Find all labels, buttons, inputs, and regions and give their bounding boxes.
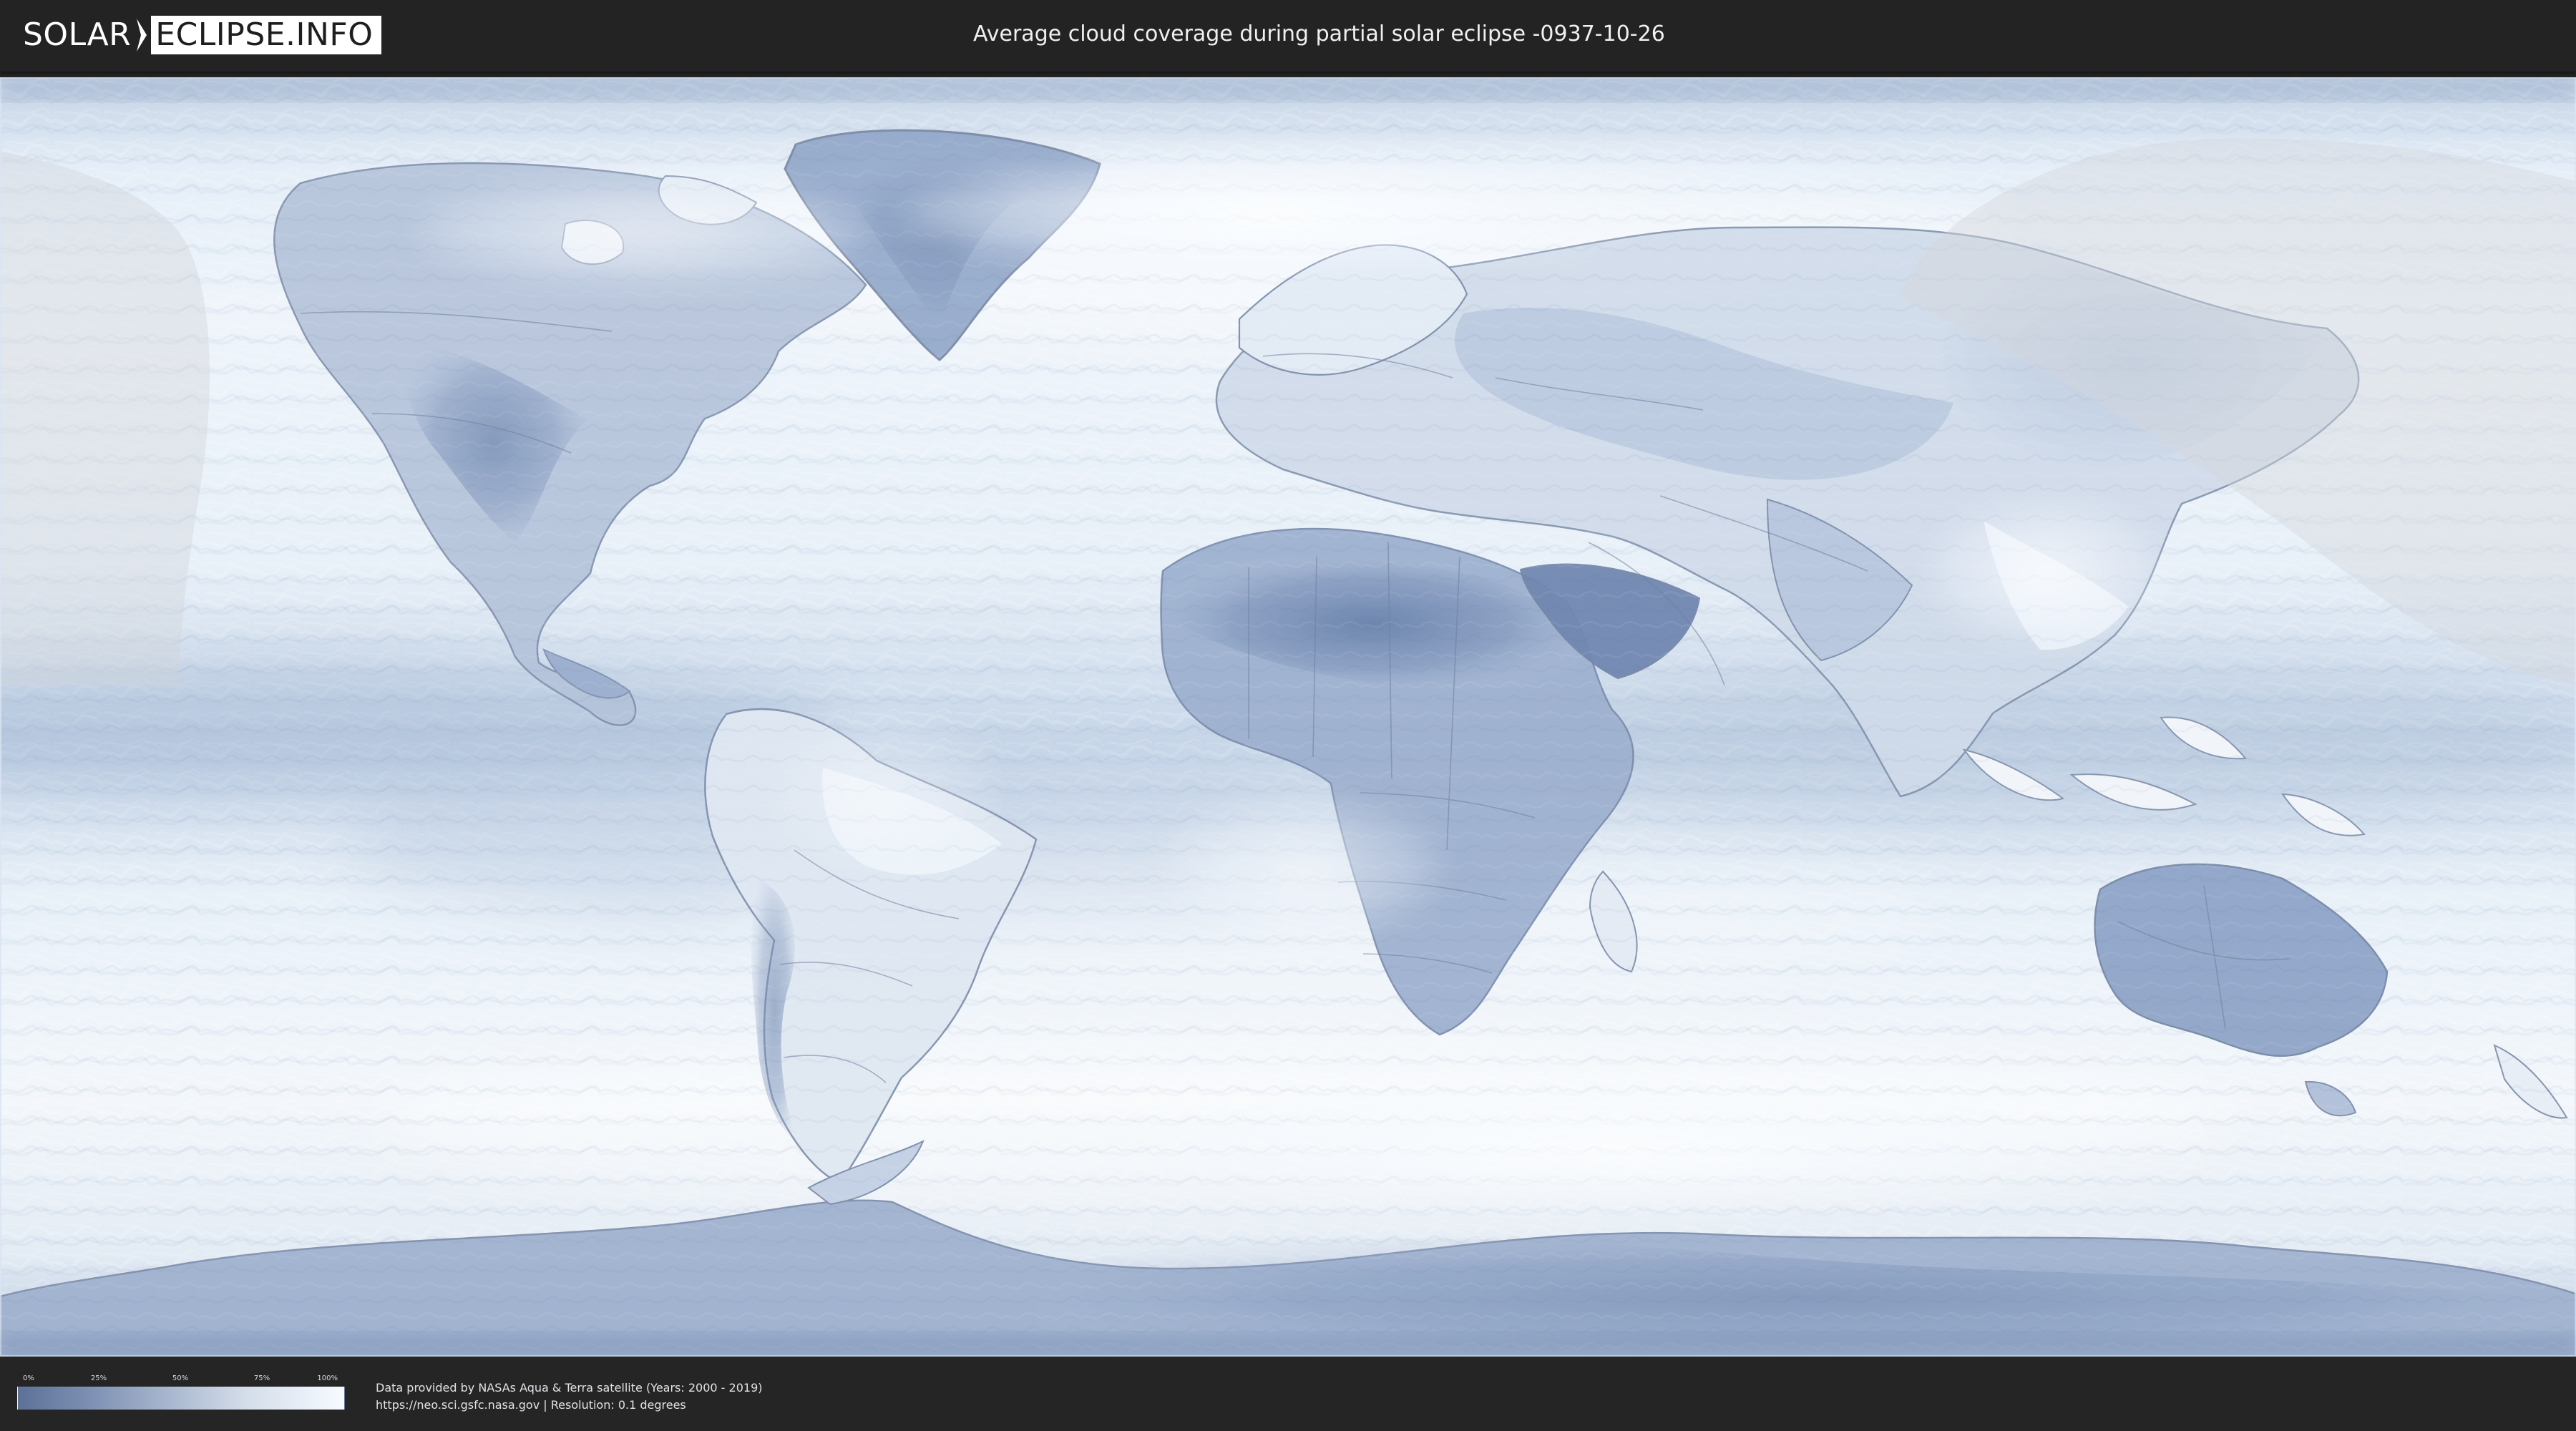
legend-tick-75: 75% <box>253 1374 270 1382</box>
footer-bar: 0% 25% 50% 75% 100% Data provided by NAS… <box>0 1357 2576 1431</box>
logo-eclipse-info-text: ECLIPSE.INFO <box>151 16 382 54</box>
nasa-neo-link[interactable]: https://neo.sci.gsfc.nasa.gov <box>376 1398 540 1412</box>
cloud-coverage-map[interactable] <box>0 77 2576 1357</box>
left-eclipse-visibility-zone <box>0 151 210 685</box>
legend-ticks: 0% 25% 50% 75% 100% <box>17 1374 343 1384</box>
site-logo-link[interactable]: SOLAR ECLIPSE.INFO <box>23 16 382 54</box>
cloud-coverage-legend: 0% 25% 50% 75% 100% <box>17 1374 345 1414</box>
legend-tick-0: 0% <box>23 1374 34 1382</box>
page-title: Average cloud coverage during partial so… <box>973 21 1665 47</box>
data-source-text: Data provided by NASAs Aqua & Terra sate… <box>376 1381 763 1395</box>
world-map-svg <box>0 77 2576 1357</box>
page: SOLAR ECLIPSE.INFO Average cloud coverag… <box>0 0 2576 1431</box>
header-bar: SOLAR ECLIPSE.INFO Average cloud coverag… <box>0 0 2576 72</box>
data-credits: Data provided by NASAs Aqua & Terra sate… <box>376 1379 763 1414</box>
resolution-text: | Resolution: 0.1 degrees <box>540 1398 686 1412</box>
legend-tick-100: 100% <box>317 1374 338 1382</box>
source-url-line: https://neo.sci.gsfc.nasa.gov | Resoluti… <box>376 1397 763 1414</box>
legend-color-bar <box>17 1387 345 1410</box>
logo-eclipse-mark-icon <box>132 16 150 54</box>
legend-tick-25: 25% <box>90 1374 107 1382</box>
legend-tick-50: 50% <box>172 1374 189 1382</box>
logo-solar-text: SOLAR <box>23 16 132 53</box>
